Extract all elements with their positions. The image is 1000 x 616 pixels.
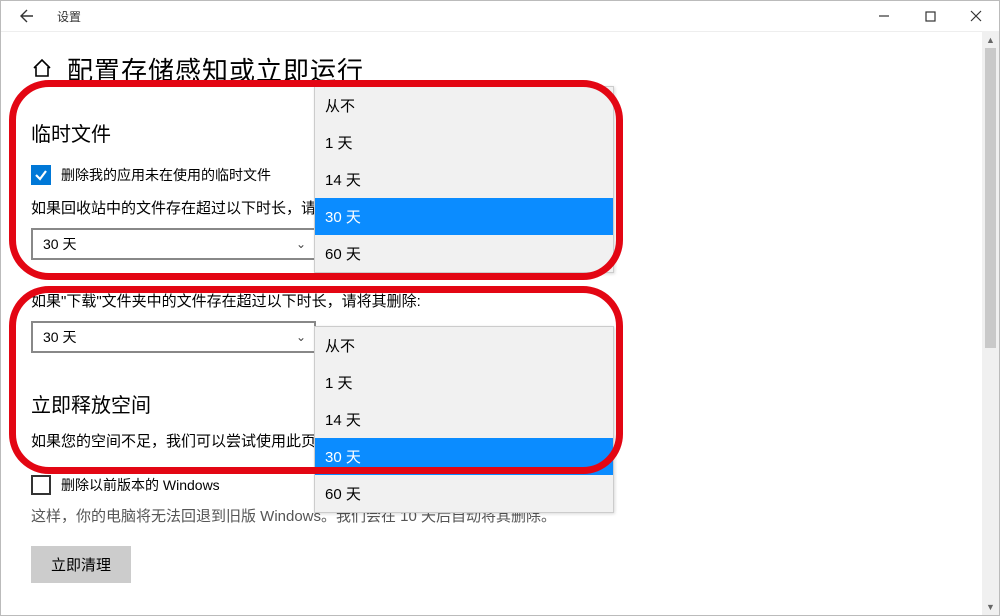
check-icon [34,168,48,182]
title-bar: 设置 [1,1,999,32]
close-icon [970,10,982,22]
dropdown-option-never[interactable]: 从不 [315,327,613,364]
dropdown-option-never[interactable]: 从不 [315,87,613,124]
dropdown-option-30day[interactable]: 30 天 [315,198,613,235]
window-controls [861,1,999,31]
downloads-label: 如果"下载"文件夹中的文件存在超过以下时长，请将其删除: [31,290,999,311]
scrollbar-thumb[interactable] [985,48,996,348]
dropdown-option-14day[interactable]: 14 天 [315,401,613,438]
clean-now-button-label: 立即清理 [51,554,111,575]
maximize-icon [925,11,936,22]
back-button[interactable] [1,1,51,31]
scroll-up-icon[interactable]: ▲ [982,31,999,48]
delete-temp-files-label: 删除我的应用未在使用的临时文件 [61,165,271,185]
back-arrow-icon [18,8,34,24]
window-title: 设置 [57,8,81,25]
page-title: 配置存储感知或立即运行 [67,51,364,88]
vertical-scrollbar[interactable]: ▲ ▼ [982,31,999,615]
settings-window: 设置 配置存储感知或立即运行 临时文件 删除我的应用未在使用的 [0,0,1000,616]
recycle-bin-duration-combo[interactable]: 30 天 ⌄ [31,228,316,260]
maximize-button[interactable] [907,1,953,31]
clean-now-button[interactable]: 立即清理 [31,546,131,583]
close-button[interactable] [953,1,999,31]
downloads-duration-combo[interactable]: 30 天 ⌄ [31,321,316,353]
chevron-down-icon: ⌄ [296,330,306,344]
downloads-dropdown[interactable]: 从不 1 天 14 天 30 天 60 天 [314,326,614,513]
delete-previous-windows-checkbox[interactable] [31,475,51,495]
minimize-icon [878,10,890,22]
recycle-bin-dropdown[interactable]: 从不 1 天 14 天 30 天 60 天 [314,86,614,273]
delete-previous-windows-label: 删除以前版本的 Windows [61,475,220,495]
delete-temp-files-checkbox[interactable] [31,165,51,185]
minimize-button[interactable] [861,1,907,31]
dropdown-option-1day[interactable]: 1 天 [315,124,613,161]
dropdown-option-30day[interactable]: 30 天 [315,438,613,475]
scroll-down-icon[interactable]: ▼ [982,598,999,615]
dropdown-option-1day[interactable]: 1 天 [315,364,613,401]
recycle-bin-duration-value: 30 天 [43,234,76,254]
home-icon[interactable] [31,57,53,82]
dropdown-option-14day[interactable]: 14 天 [315,161,613,198]
dropdown-option-60day[interactable]: 60 天 [315,235,613,272]
chevron-down-icon: ⌄ [296,237,306,251]
downloads-duration-value: 30 天 [43,327,76,347]
dropdown-option-60day[interactable]: 60 天 [315,475,613,512]
